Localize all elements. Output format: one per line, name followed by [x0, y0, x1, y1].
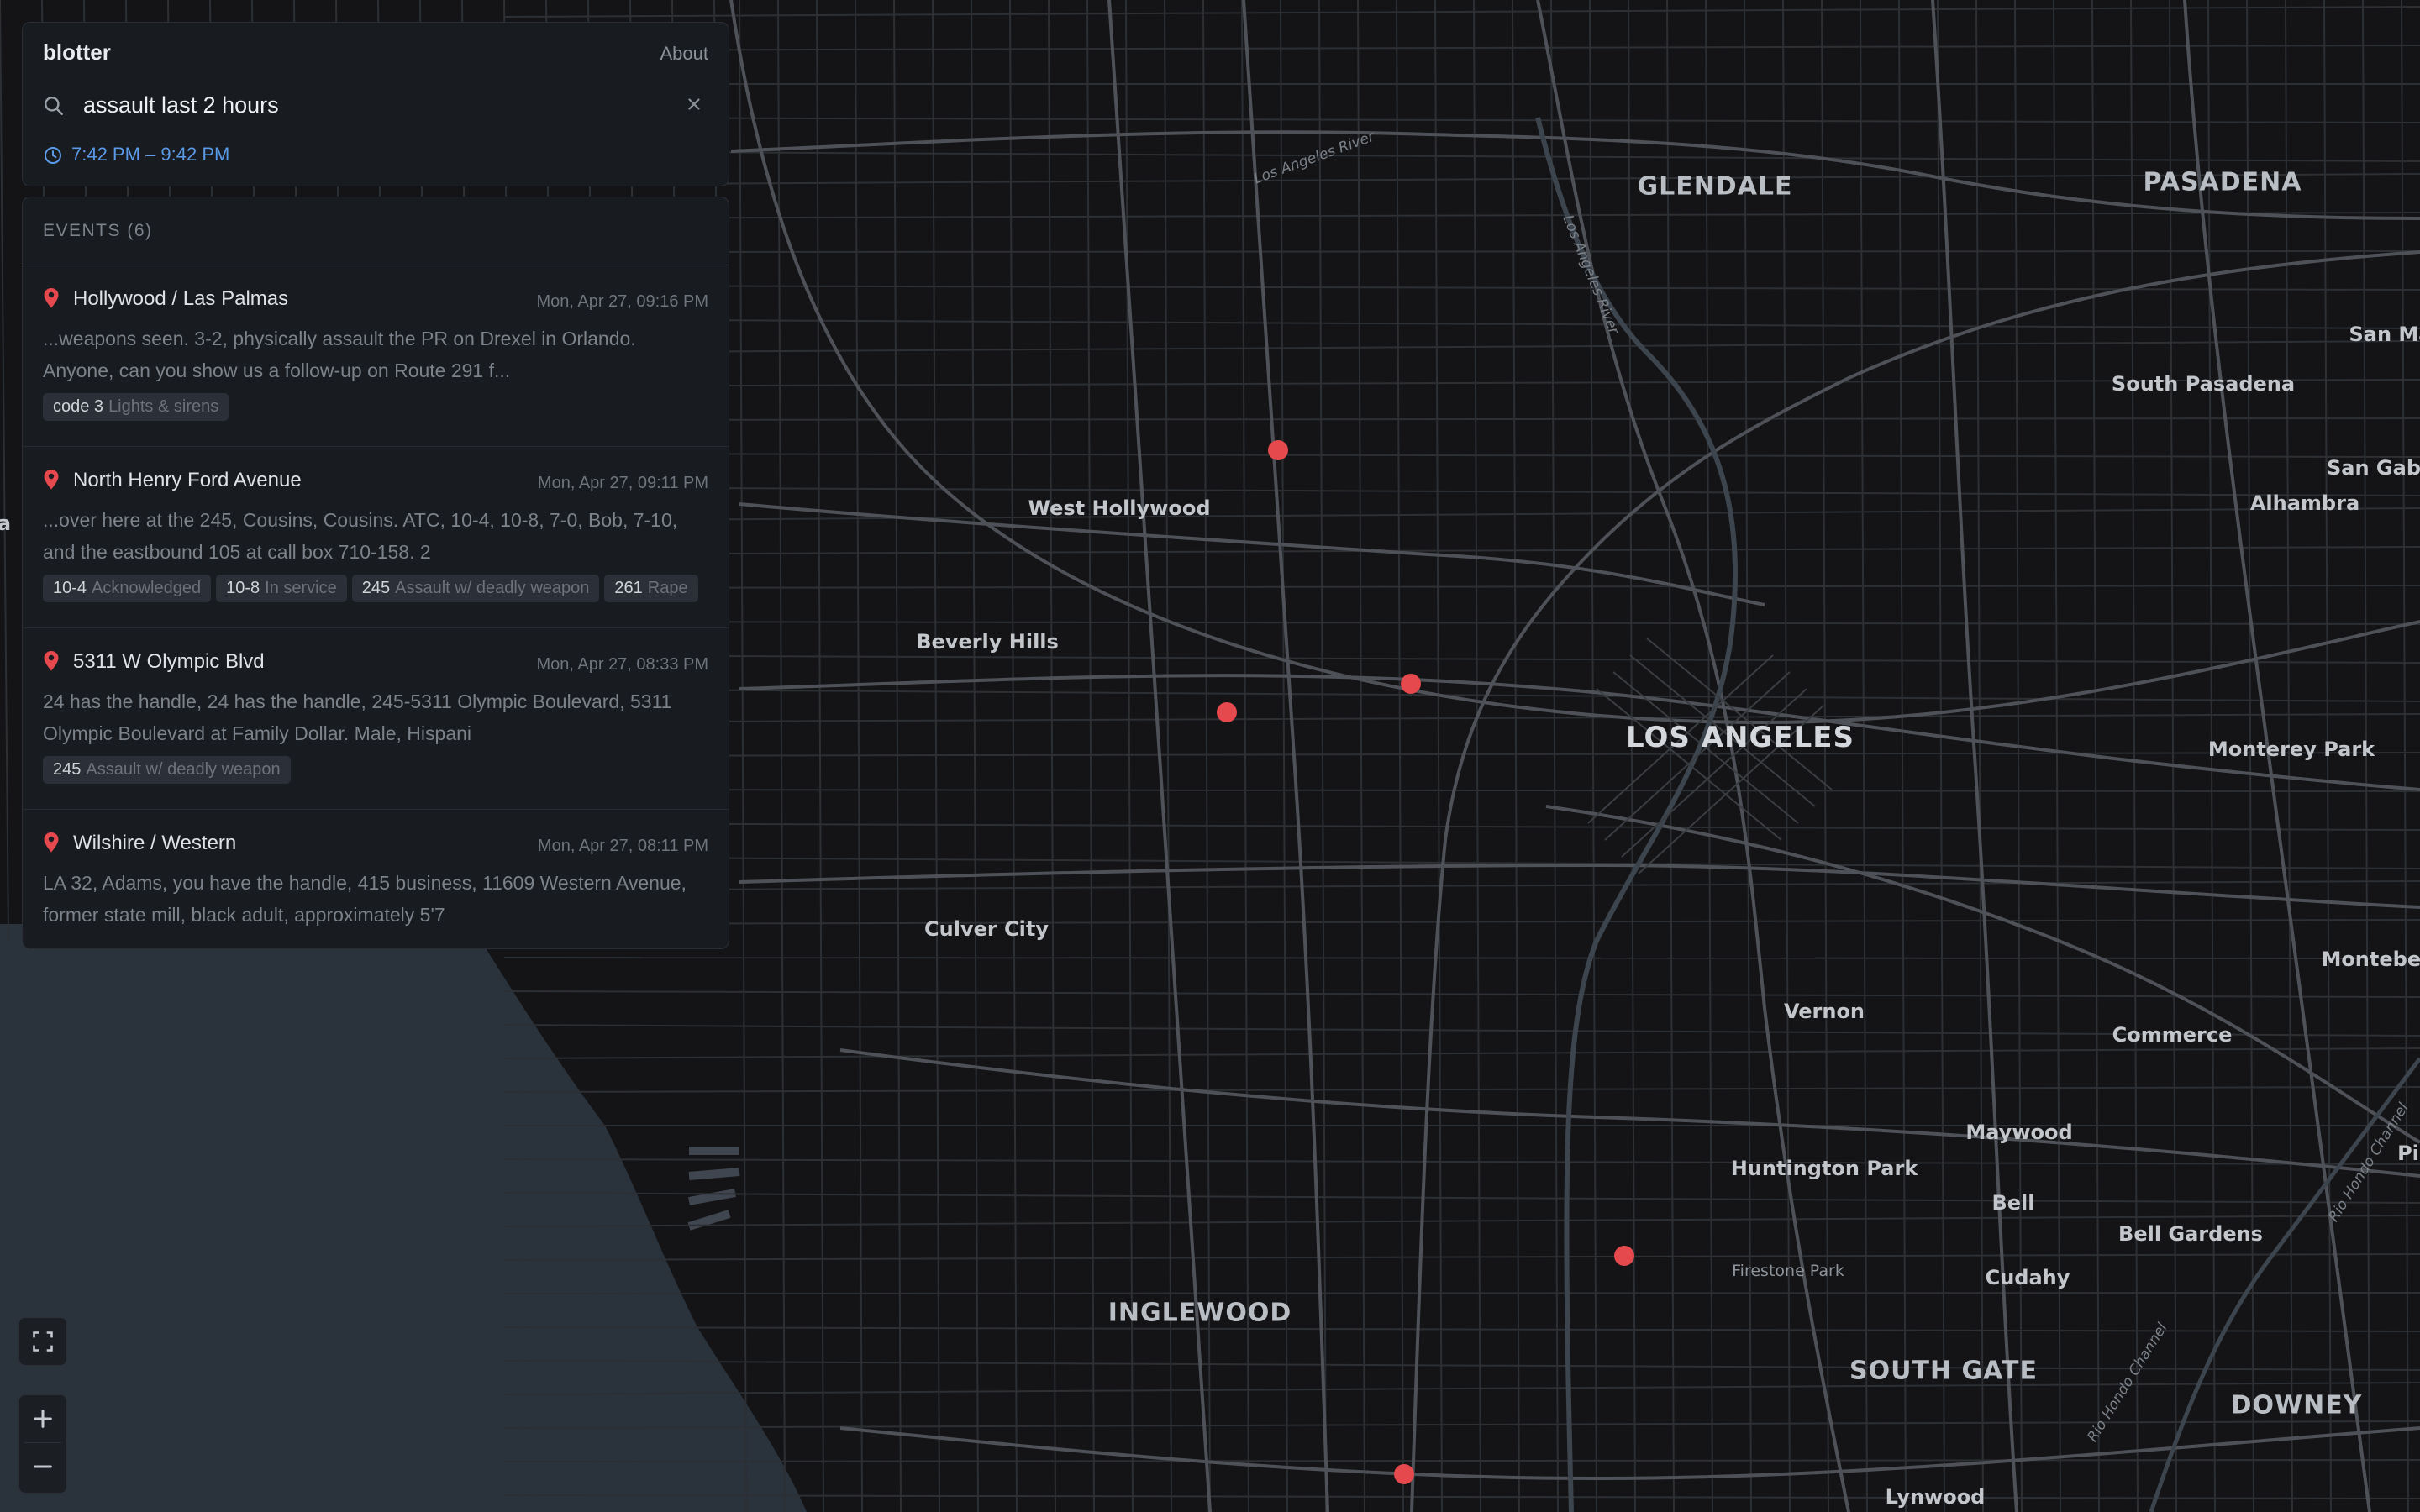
map-label-south-gate: SOUTH GATE — [1849, 1356, 2038, 1386]
map-pin-icon — [43, 832, 60, 858]
code-tag: code 3 Lights & sirens — [43, 393, 229, 421]
map-label-commerce: Commerce — [2112, 1023, 2233, 1047]
map-label-beverly-hills: Beverly Hills — [916, 630, 1059, 654]
event-marker[interactable] — [1217, 702, 1237, 722]
code-tag: 261 Rape — [604, 575, 698, 602]
map-label-inglewood: INGLEWOOD — [1107, 1298, 1292, 1328]
map-label-pico-rivera: Pi — [2397, 1142, 2419, 1165]
map-label-san-gabriel: San Gab — [2327, 456, 2420, 480]
map-label-bell: Bell — [1991, 1191, 2035, 1215]
map-label-glendale: GLENDALE — [1637, 171, 1793, 202]
event-timestamp: Mon, Apr 27, 09:11 PM — [537, 474, 708, 492]
map-label-montebello: Montebell — [2321, 948, 2420, 971]
event-list: Hollywood / Las Palmas Mon, Apr 27, 09:16… — [23, 284, 729, 948]
map-label-west-hollywood: West Hollywood — [1028, 496, 1211, 520]
events-panel: EVENTS (6) Hollywood / Las Palmas Mon, Ap… — [22, 197, 729, 949]
events-header: EVENTS (6) — [23, 197, 729, 265]
minus-icon — [34, 1465, 52, 1468]
tag-code: 10-8 — [226, 579, 260, 597]
event-marker[interactable] — [1401, 674, 1421, 694]
tag-description: Lights & sirens — [108, 397, 219, 416]
tag-code: 10-4 — [53, 579, 87, 597]
map-label-lynwood: Lynwood — [1885, 1485, 1986, 1509]
tag-code: 261 — [614, 579, 643, 597]
time-range-label: 7:42 PM – 9:42 PM — [71, 144, 230, 165]
map-pin-icon — [43, 469, 60, 495]
map-label-cudahy: Cudahy — [1985, 1266, 2070, 1289]
map-label-huntington-park: Huntington Park — [1730, 1157, 1918, 1180]
event-tags: 10-4 Acknowledged 10-8 In service 245 Assault… — [43, 575, 708, 627]
plus-icon — [34, 1410, 52, 1428]
zoom-in-button[interactable] — [19, 1395, 66, 1442]
event-timestamp: Mon, Apr 27, 08:33 PM — [536, 655, 708, 674]
event-marker[interactable] — [1614, 1246, 1634, 1266]
clear-icon[interactable] — [685, 95, 703, 118]
search-icon — [43, 95, 65, 121]
event-snippet: 24 has the handle, 24 has the handle, 24… — [43, 690, 672, 744]
tag-description: In service — [265, 579, 337, 597]
tag-description: Assault w/ deadly weapon — [86, 760, 281, 779]
event-location: Hollywood / Las Palmas — [73, 287, 289, 310]
event-timestamp: Mon, Apr 27, 09:16 PM — [536, 292, 708, 311]
map-label-edge: a — [0, 512, 12, 535]
tag-code: 245 — [53, 760, 82, 779]
event-location: 5311 W Olympic Blvd — [73, 650, 265, 673]
tag-code: code 3 — [53, 397, 104, 416]
fullscreen-icon — [33, 1331, 53, 1352]
event-snippet: ...over here at the 245, Cousins, Cousin… — [43, 509, 678, 563]
map-label-maywood: Maywood — [1965, 1121, 2073, 1144]
event-marker[interactable] — [1394, 1464, 1414, 1484]
event-tags — [43, 937, 708, 948]
event-snippet: LA 32, Adams, you have the handle, 415 b… — [43, 872, 687, 926]
map-label-culver-city: Culver City — [924, 917, 1049, 941]
event-item[interactable]: North Henry Ford Avenue Mon, Apr 27, 09:1… — [23, 465, 729, 628]
event-tags: code 3 Lights & sirens — [43, 393, 708, 446]
search-bar — [43, 87, 708, 127]
search-input[interactable] — [83, 88, 655, 122]
fullscreen-button[interactable] — [19, 1318, 66, 1365]
map-pin-icon — [43, 287, 60, 313]
map-pin-icon — [43, 650, 60, 676]
event-location: Wilshire / Western — [73, 832, 237, 854]
tag-description: Acknowledged — [92, 579, 202, 597]
map-label-firestone-park: Firestone Park — [1732, 1262, 1844, 1280]
zoom-out-button[interactable] — [19, 1443, 66, 1490]
tag-description: Rape — [647, 579, 688, 597]
clock-icon — [43, 145, 63, 170]
event-location: North Henry Ford Avenue — [73, 469, 302, 491]
map-label-los-angeles: LOS ANGELES — [1626, 721, 1854, 754]
event-tags: 245 Assault w/ deadly weapon — [43, 756, 708, 809]
code-tag: 10-4 Acknowledged — [43, 575, 212, 602]
event-item[interactable]: 5311 W Olympic Blvd Mon, Apr 27, 08:33 PM… — [23, 647, 729, 810]
map-label-vernon: Vernon — [1783, 1000, 1865, 1023]
zoom-control — [18, 1394, 67, 1494]
event-snippet: ...weapons seen. 3-2, physically assault… — [43, 328, 636, 381]
map-label-downey: DOWNEY — [2230, 1390, 2363, 1420]
code-tag: 245 Assault w/ deadly weapon — [43, 756, 291, 784]
about-link[interactable]: About — [660, 43, 709, 65]
map-label-monterey-park: Monterey Park — [2207, 738, 2375, 761]
event-item[interactable]: Wilshire / Western Mon, Apr 27, 08:11 PM L… — [23, 828, 729, 948]
event-timestamp: Mon, Apr 27, 08:11 PM — [537, 837, 708, 855]
fullscreen-control — [18, 1317, 67, 1366]
tag-description: Assault w/ deadly weapon — [395, 579, 590, 597]
map-label-pasadena: PASADENA — [2143, 167, 2302, 197]
tag-code: 245 — [361, 579, 391, 597]
app-title: blotter — [43, 39, 111, 65]
map-label-alhambra: Alhambra — [2249, 491, 2360, 515]
event-item[interactable]: Hollywood / Las Palmas Mon, Apr 27, 09:16… — [23, 284, 729, 447]
code-tag: 10-8 In service — [216, 575, 347, 602]
search-panel: blotter About 7:42 PM – 9:42 PM — [22, 22, 729, 186]
event-marker[interactable] — [1268, 440, 1288, 460]
map-label-bell-gardens: Bell Gardens — [2118, 1222, 2263, 1246]
code-tag: 245 Assault w/ deadly weapon — [351, 575, 600, 602]
map-label-south-pasadena: South Pasadena — [2111, 372, 2296, 396]
map-label-san-marino: San Ma — [2349, 323, 2420, 346]
